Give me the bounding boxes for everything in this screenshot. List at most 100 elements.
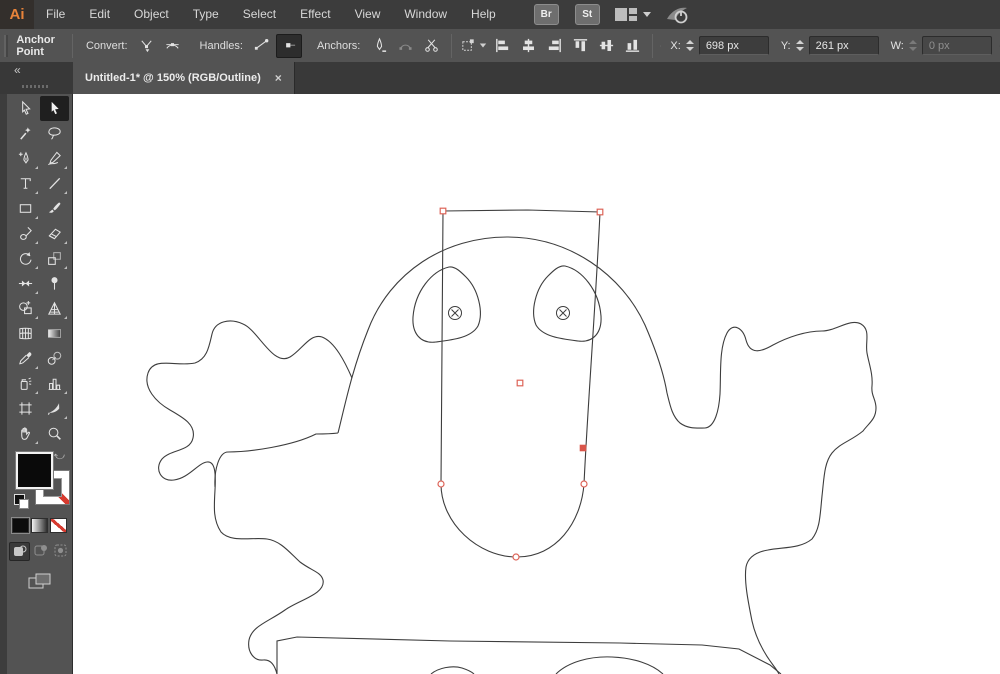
workspace-switcher[interactable] <box>614 7 651 22</box>
symbol-sprayer-tool[interactable] <box>11 371 40 396</box>
hand-tool-icon <box>20 427 30 440</box>
menu-item-object[interactable]: Object <box>122 0 181 29</box>
bottom-bump-center-path[interactable] <box>430 666 475 674</box>
hide-handles-button[interactable] <box>275 33 302 58</box>
hand-tool[interactable] <box>11 421 40 446</box>
scale-tool[interactable] <box>40 246 69 271</box>
artboard-tool-icon <box>18 402 32 415</box>
cs-live-icon[interactable] <box>665 5 691 25</box>
menu-item-select[interactable]: Select <box>231 0 288 29</box>
horizontal-align-right-button[interactable] <box>542 35 566 57</box>
cut-path-button[interactable] <box>419 35 443 57</box>
collapse-panel-button[interactable]: « <box>14 63 21 77</box>
slice-tool[interactable] <box>40 396 69 421</box>
width-tool[interactable] <box>11 271 40 296</box>
right-eye-path[interactable] <box>533 265 602 342</box>
swap-fill-stroke-icon[interactable]: ⤸ <box>52 453 65 460</box>
column-graph-tool[interactable] <box>40 371 69 396</box>
right-arm-path[interactable] <box>666 322 877 674</box>
app-logo[interactable]: Ai <box>0 0 34 29</box>
draw-normal-button[interactable] <box>9 542 30 561</box>
screen-mode-button[interactable] <box>28 573 52 590</box>
left-armpit-ledge-path[interactable] <box>214 432 339 488</box>
rotate-tool[interactable] <box>11 246 40 271</box>
anchors-group <box>366 35 444 57</box>
rectangle-tool[interactable] <box>11 196 40 221</box>
draw-inside-button[interactable] <box>51 542 70 559</box>
convert-to-smooth-button[interactable] <box>161 35 185 57</box>
shape-builder-tool-icon <box>18 300 32 315</box>
color-button[interactable] <box>11 517 30 534</box>
eyedropper-tool[interactable] <box>11 346 40 371</box>
horizontal-align-left-button[interactable] <box>490 35 514 57</box>
left-arm-path[interactable] <box>146 320 353 674</box>
anchor-point-round-hollow[interactable] <box>580 480 588 488</box>
none-button[interactable] <box>50 518 67 533</box>
shape-builder-tool[interactable] <box>11 296 40 321</box>
free-transform-tool[interactable] <box>40 271 69 296</box>
menu-item-window[interactable]: Window <box>392 0 459 29</box>
anchor-point-hollow[interactable] <box>516 379 524 387</box>
type-tool[interactable] <box>11 171 40 196</box>
blob-brush-tool[interactable] <box>11 221 40 246</box>
selection-tool[interactable] <box>11 96 40 121</box>
menu-item-help[interactable]: Help <box>459 0 508 29</box>
paintbrush-tool[interactable] <box>40 196 69 221</box>
menu-item-effect[interactable]: Effect <box>288 0 342 29</box>
stock-button[interactable]: St <box>574 4 600 25</box>
menu-item-view[interactable]: View <box>343 0 393 29</box>
document-tab[interactable]: Untitled-1* @ 150% (RGB/Outline) × <box>73 62 295 94</box>
line-segment-tool[interactable] <box>40 171 69 196</box>
x-input[interactable] <box>698 36 769 55</box>
left-eye-path[interactable] <box>412 266 481 343</box>
control-bar-grip[interactable] <box>4 34 9 57</box>
perspective-grid-tool[interactable] <box>40 296 69 321</box>
anchor-point-round-hollow[interactable] <box>512 553 520 561</box>
eraser-tool[interactable] <box>40 221 69 246</box>
artboard-tool[interactable] <box>11 396 40 421</box>
default-fill-stroke-icon[interactable] <box>14 494 29 509</box>
transform-dropdown[interactable] <box>460 35 487 57</box>
connect-endpoints-button[interactable] <box>393 35 417 57</box>
tab-close-icon[interactable]: × <box>275 72 282 84</box>
lasso-tool[interactable] <box>40 121 69 146</box>
belly-line-path[interactable] <box>276 636 782 674</box>
direct-selection-tool[interactable] <box>39 96 69 121</box>
convert-to-corner-button[interactable] <box>135 35 159 57</box>
remove-anchor-button[interactable] <box>367 35 391 57</box>
toolbar-grip[interactable] <box>22 85 48 88</box>
tools-grid <box>7 96 72 446</box>
blend-tool[interactable] <box>40 346 69 371</box>
bridge-button[interactable]: Br <box>533 4 559 25</box>
pencil-tool[interactable] <box>40 146 69 171</box>
draw-behind-button[interactable] <box>31 542 50 559</box>
anchor-point-round-hollow[interactable] <box>437 480 445 488</box>
magic-wand-tool[interactable] <box>11 121 40 146</box>
zoom-tool[interactable] <box>40 421 69 446</box>
workspace-chevron-icon <box>642 12 651 17</box>
anchor-point-hollow[interactable] <box>439 207 447 215</box>
artwork-svg[interactable] <box>73 94 1000 674</box>
y-input[interactable] <box>808 36 879 55</box>
menu-item-file[interactable]: File <box>34 0 77 29</box>
bottom-bump-right-path[interactable] <box>555 656 664 674</box>
illustrator-window: { "app": { "logo_text": "Ai" }, "menubar… <box>0 0 1000 674</box>
anchor-point-selected[interactable] <box>579 444 587 452</box>
mesh-tool[interactable] <box>11 321 40 346</box>
x-stepper[interactable] <box>684 38 696 53</box>
y-stepper[interactable] <box>794 38 806 53</box>
vertical-align-center-button[interactable] <box>594 35 618 57</box>
pen-tool[interactable] <box>11 146 40 171</box>
vertical-align-bottom-button[interactable] <box>620 35 644 57</box>
gradient-button[interactable] <box>31 518 48 533</box>
gradient-tool[interactable] <box>40 321 69 346</box>
fill-swatch[interactable] <box>15 451 54 490</box>
show-handles-button[interactable] <box>250 34 274 56</box>
vertical-align-top-button[interactable] <box>568 35 592 57</box>
menu-item-edit[interactable]: Edit <box>77 0 122 29</box>
head-dome-path[interactable] <box>337 236 668 434</box>
anchor-point-hollow[interactable] <box>596 208 604 216</box>
menu-item-type[interactable]: Type <box>181 0 231 29</box>
horizontal-align-center-button[interactable] <box>516 35 540 57</box>
artboard-canvas[interactable] <box>73 94 1000 674</box>
